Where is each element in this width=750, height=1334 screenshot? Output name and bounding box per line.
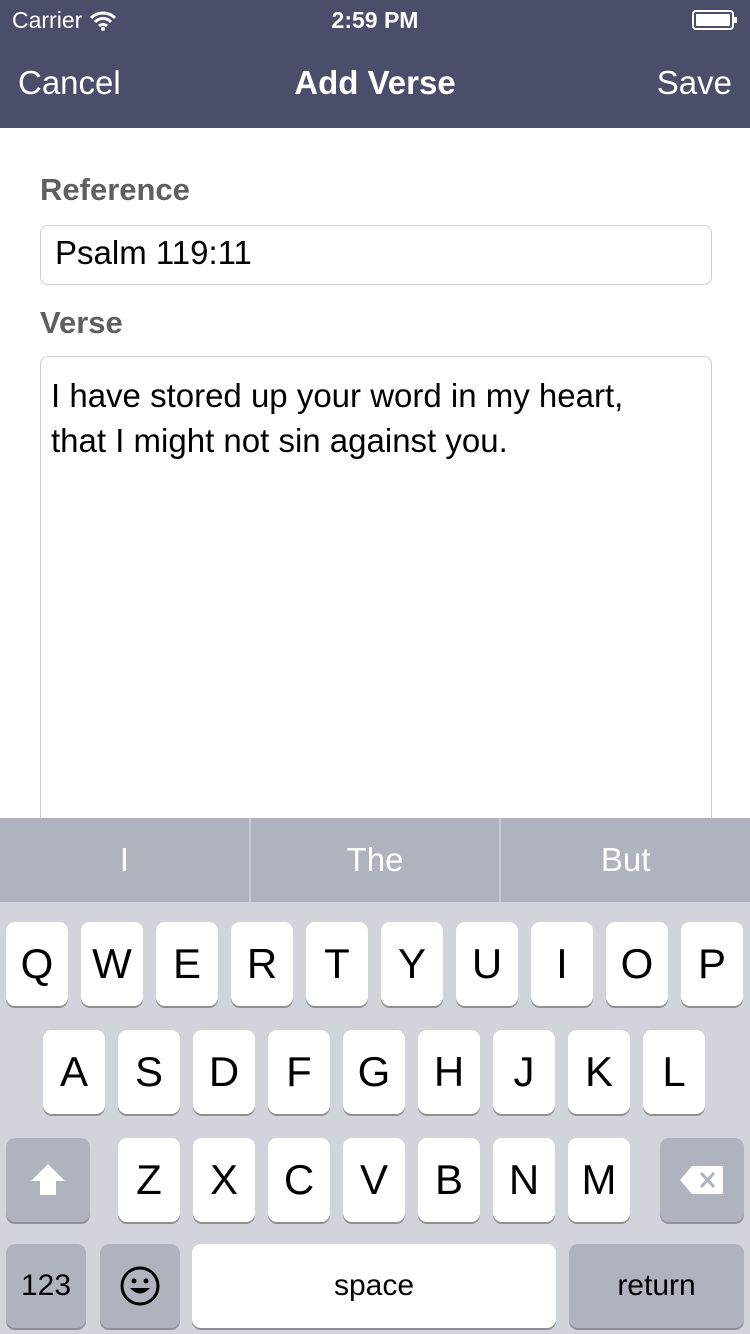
key-k[interactable]: K: [568, 1030, 630, 1114]
key-h[interactable]: H: [418, 1030, 480, 1114]
key-q[interactable]: Q: [6, 922, 68, 1006]
verse-textarea[interactable]: I have stored up your word in my heart, …: [40, 356, 712, 826]
key-s[interactable]: S: [118, 1030, 180, 1114]
space-key[interactable]: space: [192, 1244, 556, 1328]
key-v[interactable]: V: [343, 1138, 405, 1222]
suggestion-item[interactable]: But: [499, 818, 750, 902]
key-f[interactable]: F: [268, 1030, 330, 1114]
keyboard: Q W E R T Y U I O P A S D F G H J K L Z …: [0, 902, 750, 1334]
shift-arrow-icon: [31, 1164, 65, 1195]
key-p[interactable]: P: [681, 922, 743, 1006]
page-title: Add Verse: [294, 64, 456, 101]
key-e[interactable]: E: [156, 922, 218, 1006]
key-o[interactable]: O: [606, 922, 668, 1006]
verse-text-line: that I might not sin against you.: [51, 422, 508, 459]
save-button[interactable]: Save: [657, 64, 732, 102]
verse-label: Verse: [40, 305, 123, 340]
key-i[interactable]: I: [531, 922, 593, 1006]
key-m[interactable]: M: [568, 1138, 630, 1222]
reference-label: Reference: [40, 172, 190, 207]
verse-text-line: I have stored up your word in my heart,: [51, 377, 624, 414]
return-key[interactable]: return: [569, 1244, 744, 1328]
key-l[interactable]: L: [643, 1030, 705, 1114]
key-d[interactable]: D: [193, 1030, 255, 1114]
key-z[interactable]: Z: [118, 1138, 180, 1222]
smiley-icon: [120, 1266, 160, 1306]
battery-icon: [692, 10, 737, 30]
key-g[interactable]: G: [343, 1030, 405, 1114]
key-t[interactable]: T: [306, 922, 368, 1006]
reference-input[interactable]: Psalm 119:11: [40, 225, 712, 285]
key-j[interactable]: J: [493, 1030, 555, 1114]
status-time: 2:59 PM: [331, 7, 419, 33]
key-n[interactable]: N: [493, 1138, 555, 1222]
delete-key[interactable]: [660, 1138, 744, 1222]
suggestion-item[interactable]: I: [0, 818, 249, 902]
key-y[interactable]: Y: [381, 922, 443, 1006]
predictive-suggestions-bar: I The But: [0, 818, 750, 902]
shift-key[interactable]: [6, 1138, 90, 1222]
backspace-icon: [680, 1166, 723, 1194]
status-bar: Carrier 2:59 PM: [0, 0, 750, 40]
key-u[interactable]: U: [456, 922, 518, 1006]
suggestion-item[interactable]: The: [248, 818, 500, 902]
emoji-key[interactable]: [100, 1244, 180, 1328]
key-a[interactable]: A: [43, 1030, 105, 1114]
key-c[interactable]: C: [268, 1138, 330, 1222]
key-r[interactable]: R: [231, 922, 293, 1006]
key-x[interactable]: X: [193, 1138, 255, 1222]
numbers-key[interactable]: 123: [6, 1244, 86, 1328]
navigation-bar: Carrier 2:59 PM Cancel Add Verse Save: [0, 0, 750, 128]
key-b[interactable]: B: [418, 1138, 480, 1222]
key-w[interactable]: W: [81, 922, 143, 1006]
